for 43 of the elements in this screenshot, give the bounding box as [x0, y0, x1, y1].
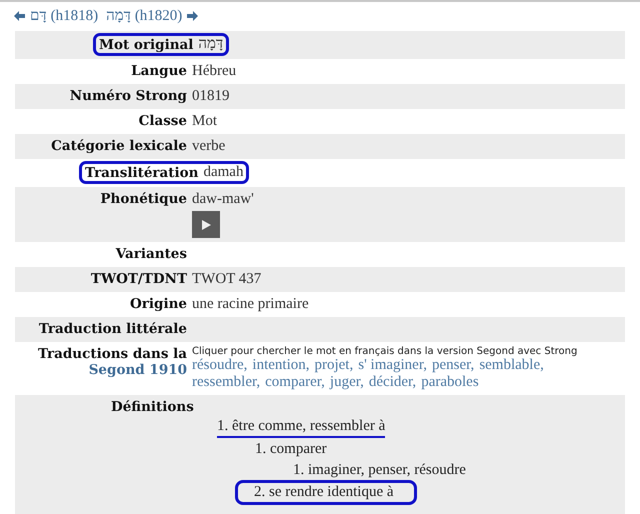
- definition-item: 1. imaginer, penser, résoudre: [293, 461, 466, 480]
- translation-link[interactable]: décider,: [368, 374, 416, 391]
- field-label: Phonétique: [100, 191, 187, 207]
- version-link[interactable]: Segond 1910: [88, 362, 187, 378]
- translation-link[interactable]: paraboles: [421, 374, 479, 391]
- field-value: Mot: [192, 113, 218, 129]
- field-value: TWOT 437: [192, 271, 262, 287]
- hint-text: Cliquer pour chercher le mot en français dans la version Segond avec Strong: [192, 346, 578, 357]
- translation-link[interactable]: penser,: [432, 357, 474, 374]
- field-value: דָּמָה: [198, 36, 224, 53]
- translation-link[interactable]: ressembler,: [192, 374, 260, 391]
- translation-link[interactable]: résoudre,: [192, 357, 248, 374]
- field-value: Hébreu: [192, 63, 236, 79]
- field-label: Mot original: [99, 36, 194, 52]
- translation-link[interactable]: s' imaginer,: [358, 357, 427, 374]
- field-label: Traduction littérale: [38, 321, 187, 337]
- arrow-icon: [14, 10, 26, 22]
- field-value: une racine primaire: [192, 296, 309, 312]
- field-label: Variantes: [116, 246, 187, 262]
- field-value: 01819: [192, 88, 230, 104]
- field-value: daw-maw': [192, 191, 254, 207]
- play-icon: [200, 218, 212, 230]
- definition-item: 1. être comme, ressembler à: [217, 417, 386, 438]
- field-label: Catégorie lexicale: [51, 138, 187, 154]
- arrow-icon: [186, 10, 198, 22]
- translation-link[interactable]: juger,: [330, 374, 364, 391]
- field-label: TWOT/TDNT: [90, 271, 187, 287]
- translation-link[interactable]: intention,: [252, 357, 310, 374]
- field-label: Translitération: [85, 164, 198, 180]
- definition-item: 1. comparer: [255, 440, 327, 459]
- field-label: Origine: [130, 296, 187, 312]
- field-value: damah: [203, 164, 244, 181]
- translation-link[interactable]: comparer,: [265, 374, 325, 391]
- field-label: Traductions dans la: [38, 346, 187, 362]
- definition-item: 2. se rendre identique à: [235, 480, 417, 505]
- field-label: Numéro Strong: [70, 88, 187, 104]
- translation-link[interactable]: projet,: [314, 357, 354, 374]
- field-value: verbe: [192, 138, 226, 154]
- field-label: Classe: [138, 113, 187, 129]
- translation-link[interactable]: semblable,: [479, 357, 544, 374]
- play-button[interactable]: [192, 211, 220, 238]
- field-label: Définitions: [110, 398, 195, 415]
- field-label: Langue: [131, 63, 187, 79]
